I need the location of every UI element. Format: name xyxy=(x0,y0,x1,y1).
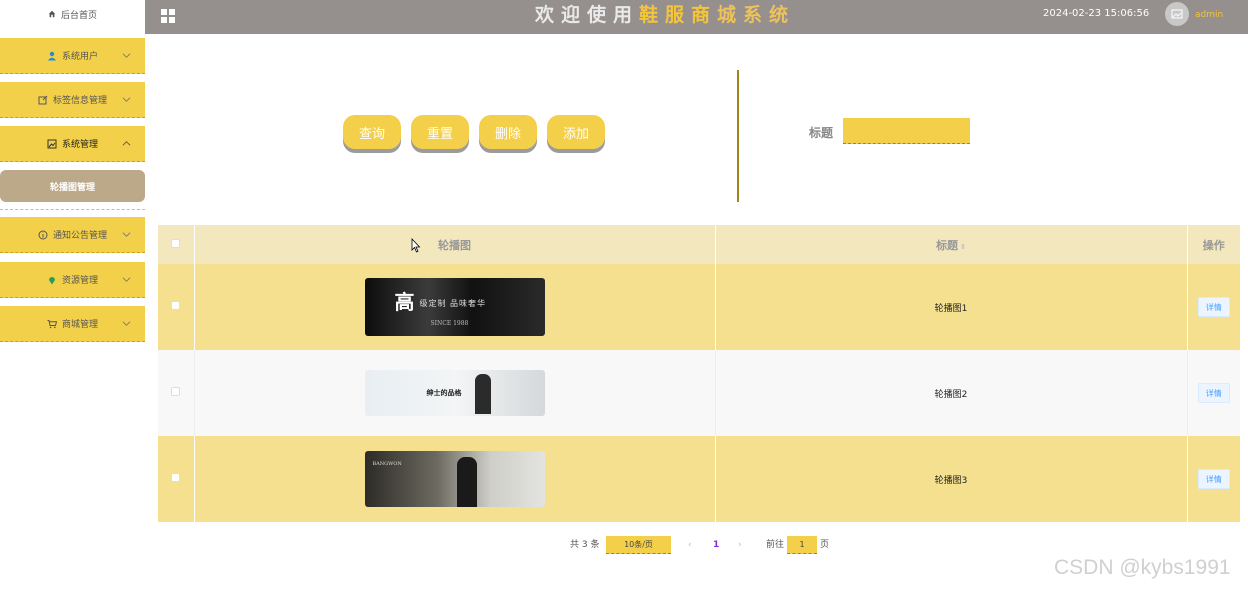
sidebar-item-resources[interactable]: 资源管理 xyxy=(0,262,145,298)
sidebar-divider xyxy=(0,209,145,210)
sidebar-item-label: 标签信息管理 xyxy=(52,96,107,106)
column-header-title[interactable]: 标题 ⇕ xyxy=(715,225,1188,264)
sidebar-item-label: 资源管理 xyxy=(61,276,98,286)
carousel-image-2: 绅士的品格 xyxy=(364,370,545,416)
toolbar-divider xyxy=(737,70,739,202)
row-checkbox[interactable] xyxy=(171,301,181,310)
prev-page-button[interactable]: ‹ xyxy=(688,536,692,554)
location-icon xyxy=(48,276,55,284)
sidebar-home[interactable]: 后台首页 xyxy=(0,0,145,28)
carousel-image-3: BANGWON xyxy=(364,451,545,507)
header-datetime: 2024-02-23 15:06:56 xyxy=(1043,8,1150,19)
sidebar-item-tags[interactable]: 标签信息管理 xyxy=(0,82,145,118)
reset-button[interactable]: 重置 xyxy=(411,115,469,149)
detail-button[interactable]: 详情 xyxy=(1197,469,1230,489)
carousel-image-1: 高 级定制 品味奢华 SINCE 1988 xyxy=(364,278,545,336)
page-size-select[interactable]: 10条/页 xyxy=(606,536,671,554)
goto-label: 前往 xyxy=(766,540,785,550)
grid-menu-icon[interactable] xyxy=(160,8,176,24)
search-label: 标题 xyxy=(809,126,834,140)
carousel-image-cell: 绅士的品格 xyxy=(194,350,716,436)
cart-icon xyxy=(47,319,57,328)
row-select-cell xyxy=(158,350,195,436)
banner-figure xyxy=(456,457,477,507)
column-header-title-label: 标题 xyxy=(936,238,959,252)
home-icon xyxy=(48,10,56,18)
mouse-cursor-icon xyxy=(411,238,421,253)
column-header-carousel: 轮播图 xyxy=(194,225,716,264)
chevron-down-icon xyxy=(122,97,131,102)
chevron-up-icon xyxy=(122,141,131,146)
action-cell: 详情 xyxy=(1187,350,1240,436)
banner-text-1: BANGWON xyxy=(372,461,402,467)
chevron-down-icon xyxy=(122,232,131,237)
sidebar-item-label: 通知公告管理 xyxy=(52,231,107,241)
image-icon xyxy=(47,139,57,148)
chevron-down-icon xyxy=(122,321,131,326)
top-header: 欢迎使用鞋服商城系统 2024-02-23 15:06:56 admin xyxy=(145,0,1248,34)
table-header-row: 轮播图 标题 ⇕ 操作 xyxy=(158,225,1240,264)
username[interactable]: admin xyxy=(1195,0,1223,30)
sidebar-item-system[interactable]: 系统管理 xyxy=(0,126,145,162)
detail-button[interactable]: 详情 xyxy=(1197,383,1230,403)
title-cell: 轮播图2 xyxy=(715,350,1188,436)
watermark: CSDN @kybs1991 xyxy=(1054,556,1231,579)
sidebar-item-label: 商城管理 xyxy=(61,320,98,330)
title-part-1: 欢迎使用 xyxy=(535,4,640,26)
info-icon xyxy=(38,230,48,239)
goto-page-input[interactable]: 1 xyxy=(787,536,817,554)
row-select-cell xyxy=(158,264,195,350)
sidebar-item-mall[interactable]: 商城管理 xyxy=(0,306,145,342)
select-all-checkbox[interactable] xyxy=(171,239,181,248)
chevron-down-icon xyxy=(122,277,131,282)
table-row: 高 级定制 品味奢华 SINCE 1988 轮播图1 详情 xyxy=(158,264,1240,350)
page-number-current[interactable]: 1 xyxy=(713,536,719,554)
carousel-image-cell: BANGWON xyxy=(194,436,716,522)
delete-button[interactable]: 删除 xyxy=(479,115,537,149)
page-title: 欢迎使用鞋服商城系统 xyxy=(535,0,795,34)
action-cell: 详情 xyxy=(1187,264,1240,350)
table-row: BANGWON 轮播图3 详情 xyxy=(158,436,1240,522)
next-page-button[interactable]: › xyxy=(738,536,742,554)
banner-figure xyxy=(474,374,491,414)
title-part-2: 鞋服商 xyxy=(639,4,718,26)
image-icon xyxy=(1171,9,1183,19)
sidebar-item-label: 系统管理 xyxy=(61,140,98,150)
pagination-total: 共 3 条 xyxy=(570,540,600,550)
sidebar: 后台首页 系统用户 标签信息管理 系统管理 轮播图管理 通知公告管理 资源管理 … xyxy=(0,0,145,590)
title-search-input[interactable] xyxy=(843,118,970,144)
avatar[interactable] xyxy=(1165,2,1189,26)
sidebar-home-label: 后台首页 xyxy=(60,10,97,21)
title-cell: 轮播图1 xyxy=(715,264,1188,350)
carousel-table: 轮播图 标题 ⇕ 操作 高 级定制 品味奢华 SINCE 1988 轮播图1 详情… xyxy=(158,225,1240,522)
sidebar-item-notice[interactable]: 通知公告管理 xyxy=(0,217,145,253)
column-header-actions: 操作 xyxy=(1187,225,1240,264)
add-button[interactable]: 添加 xyxy=(547,115,605,149)
banner-text-2: SINCE 1988 xyxy=(430,320,469,327)
query-button[interactable]: 查询 xyxy=(343,115,401,149)
sidebar-item-label: 系统用户 xyxy=(61,52,98,62)
select-all-cell xyxy=(158,225,195,264)
carousel-image-cell: 高 级定制 品味奢华 SINCE 1988 xyxy=(194,264,716,350)
table-row: 绅士的品格 轮播图2 详情 xyxy=(158,350,1240,436)
sidebar-subitem-label: 轮播图管理 xyxy=(49,182,95,193)
page-suffix: 页 xyxy=(820,540,830,550)
title-part-3: 城系统 xyxy=(717,4,796,26)
action-cell: 详情 xyxy=(1187,436,1240,522)
title-cell: 轮播图3 xyxy=(715,436,1188,522)
edit-icon xyxy=(38,95,48,104)
sidebar-subitem-carousel[interactable]: 轮播图管理 xyxy=(0,170,145,202)
row-select-cell xyxy=(158,436,195,522)
sidebar-item-users[interactable]: 系统用户 xyxy=(0,38,145,74)
chevron-down-icon xyxy=(122,53,131,58)
user-icon xyxy=(47,51,56,60)
banner-text-1: 绅士的品格 xyxy=(426,388,462,397)
detail-button[interactable]: 详情 xyxy=(1197,297,1230,317)
sort-icon[interactable]: ⇕ xyxy=(960,243,966,251)
row-checkbox[interactable] xyxy=(171,473,181,482)
row-checkbox[interactable] xyxy=(171,387,181,396)
banner-text-1: 级定制 品味奢华 xyxy=(419,299,487,308)
banner-big-char: 高 xyxy=(394,290,415,314)
